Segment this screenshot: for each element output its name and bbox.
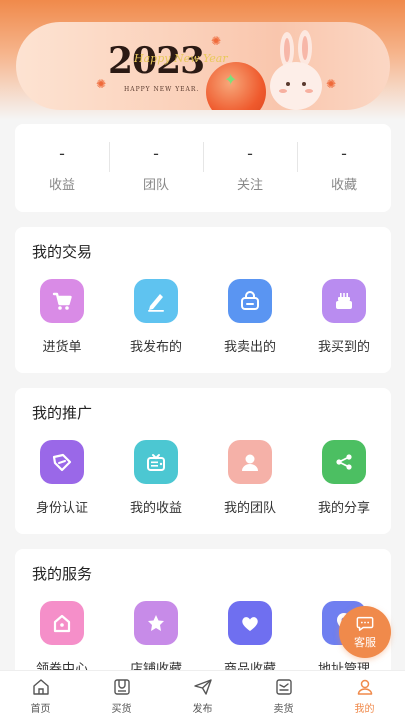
house-icon <box>40 601 84 645</box>
stats-card: - 收益 - 团队 - 关注 - 收藏 <box>15 124 391 212</box>
tag-icon <box>40 440 84 484</box>
stat-team[interactable]: - 团队 <box>109 138 203 198</box>
banner-script: Happy New Year <box>134 52 228 65</box>
shop-favorites-item[interactable]: 店铺收藏 <box>109 601 203 677</box>
sell-icon <box>275 678 292 695</box>
my-published-item[interactable]: 我发布的 <box>109 279 203 355</box>
buy-icon <box>113 678 130 695</box>
item-label: 我发布的 <box>129 340 182 355</box>
my-earnings-item[interactable]: 我的收益 <box>109 440 203 516</box>
my-bought-item[interactable]: 我买到的 <box>297 279 391 355</box>
stat-earnings[interactable]: - 收益 <box>15 138 109 198</box>
send-icon <box>193 678 212 695</box>
my-trade-section: 我的交易 进货单 我发布的 我卖出的 我买到的 <box>15 227 391 373</box>
new-year-banner[interactable]: ✺ ✺ ✺ 2023 Happy New Year HAPPY NEW YEAR… <box>16 22 390 110</box>
stat-favorites[interactable]: - 收藏 <box>297 138 391 198</box>
section-title: 我的交易 <box>32 243 93 261</box>
tab-label: 我的 <box>354 703 375 715</box>
item-label: 进货单 <box>42 340 82 355</box>
stat-label: 团队 <box>142 177 169 193</box>
stat-following[interactable]: - 关注 <box>203 138 297 198</box>
home-icon <box>32 678 49 695</box>
banner-subtitle: HAPPY NEW YEAR. <box>124 86 200 93</box>
purchase-order-item[interactable]: 进货单 <box>15 279 109 355</box>
tab-mine[interactable]: 我的 <box>324 671 405 720</box>
tab-home[interactable]: 首页 <box>0 671 81 720</box>
rabbit-illustration <box>270 30 322 110</box>
basket-icon <box>228 279 272 323</box>
firework-icon: ✺ <box>96 77 107 91</box>
stat-label: 收益 <box>48 177 75 193</box>
fab-label: 客服 <box>354 636 376 649</box>
my-sold-item[interactable]: 我卖出的 <box>203 279 297 355</box>
sparkle-icon: ✦ <box>224 70 238 89</box>
stat-label: 关注 <box>236 177 263 193</box>
share-icon <box>322 440 366 484</box>
cart-icon <box>40 279 84 323</box>
stat-value: - <box>341 143 347 163</box>
heart-icon <box>228 601 272 645</box>
item-label: 我的收益 <box>129 501 182 516</box>
firework-icon: ✺ <box>211 34 222 48</box>
section-title: 我的服务 <box>32 565 93 583</box>
tab-buy[interactable]: 买货 <box>81 671 162 720</box>
user-icon <box>357 679 372 695</box>
item-label: 我买到的 <box>317 340 370 355</box>
my-team-item[interactable]: 我的团队 <box>203 440 297 516</box>
person-icon <box>228 440 272 484</box>
item-label: 我的团队 <box>223 501 276 516</box>
item-label: 我的分享 <box>317 501 370 516</box>
cake-icon <box>322 279 366 323</box>
tab-label: 发布 <box>192 703 213 715</box>
stat-label: 收藏 <box>330 177 357 193</box>
my-promotion-section: 我的推广 身份认证 我的收益 我的团队 我的分享 <box>15 388 391 534</box>
stat-value: - <box>59 143 65 163</box>
bottom-tab-bar: 首页 买货 发布 卖货 我的 <box>0 670 405 720</box>
product-favorites-item[interactable]: 商品收藏 <box>203 601 297 677</box>
tab-label: 买货 <box>111 703 132 715</box>
section-title: 我的推广 <box>32 404 93 422</box>
my-service-section: 我的服务 领券中心 店铺收藏 商品收藏 地址管理 <box>15 549 391 689</box>
tab-publish[interactable]: 发布 <box>162 671 243 720</box>
identity-verification-item[interactable]: 身份认证 <box>15 440 109 516</box>
stat-value: - <box>247 143 253 163</box>
pen-icon <box>134 279 178 323</box>
stat-value: - <box>153 143 159 163</box>
tv-icon <box>134 440 178 484</box>
coupon-center-item[interactable]: 领券中心 <box>15 601 109 677</box>
item-label: 身份认证 <box>35 501 88 516</box>
tab-label: 卖货 <box>273 703 294 715</box>
chat-bubble-icon <box>356 616 374 631</box>
item-label: 我卖出的 <box>223 340 276 355</box>
customer-service-button[interactable]: 客服 <box>339 606 391 658</box>
tab-label: 首页 <box>30 703 51 715</box>
tab-sell[interactable]: 卖货 <box>243 671 324 720</box>
star-icon <box>134 601 178 645</box>
my-share-item[interactable]: 我的分享 <box>297 440 391 516</box>
